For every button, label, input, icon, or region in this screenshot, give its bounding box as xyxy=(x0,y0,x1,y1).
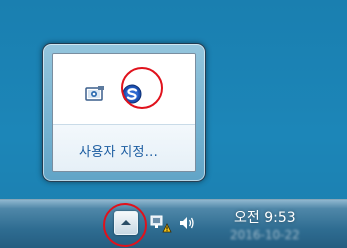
clock-time: 오전 9:53 xyxy=(234,210,296,226)
network-warning-icon[interactable] xyxy=(150,214,172,234)
system-clock[interactable]: 오전 9:53 2016-10-22 xyxy=(218,207,328,245)
customize-link[interactable]: 사용자 지정... xyxy=(79,141,158,160)
customize-section: 사용자 지정... xyxy=(53,125,195,171)
highlight-circle-show-hidden xyxy=(103,203,147,247)
highlight-circle-scansnap xyxy=(121,67,163,109)
volume-icon[interactable] xyxy=(178,214,196,232)
popup-content: 사용자 지정... xyxy=(52,53,196,172)
notification-overflow-popup: 사용자 지정... xyxy=(42,43,206,182)
taskbar: 오전 9:53 2016-10-22 xyxy=(0,199,347,248)
scanner-app-icon[interactable] xyxy=(85,85,105,103)
clock-date: 2016-10-22 xyxy=(230,228,300,242)
